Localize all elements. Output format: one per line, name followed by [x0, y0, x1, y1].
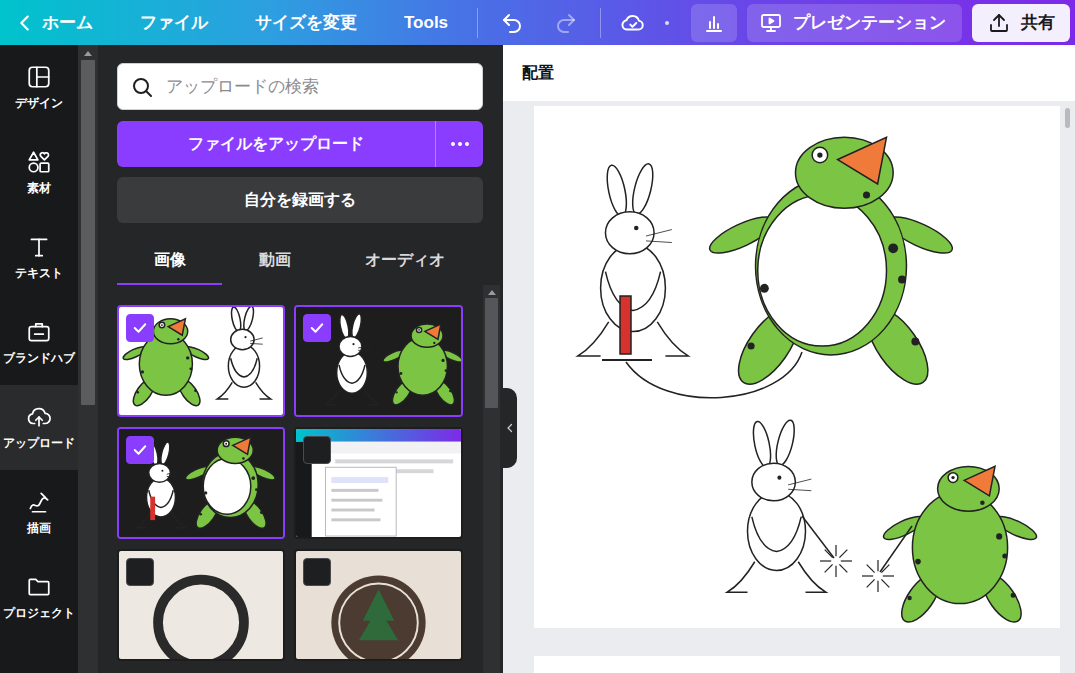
- canvas-scrollbar[interactable]: [1065, 108, 1070, 128]
- insights-button[interactable]: [691, 4, 737, 42]
- upload-cloud-icon: [26, 404, 52, 430]
- menu-item[interactable]: Tools: [404, 9, 448, 37]
- save-status: [615, 5, 651, 41]
- home-button[interactable]: ホーム: [14, 7, 93, 38]
- search-icon: [130, 75, 154, 99]
- thumbnail-checkbox[interactable]: [303, 558, 331, 586]
- cloud-check-icon: [620, 10, 646, 36]
- upload-button[interactable]: ファイルをアップロード: [117, 121, 435, 167]
- thumbnail-checkbox[interactable]: [126, 436, 154, 464]
- undo-icon: [500, 11, 524, 35]
- chart-icon: [702, 11, 726, 35]
- arrange-button[interactable]: 配置: [522, 59, 554, 88]
- brand-hub-icon: [26, 319, 52, 345]
- frog-figure: [881, 466, 1040, 628]
- status-dot: [665, 21, 669, 25]
- media-tab[interactable]: 画像: [117, 238, 222, 285]
- menu-item[interactable]: ファイル: [140, 7, 208, 38]
- media-tabs: 画像動画オーディオ: [117, 238, 483, 285]
- scrollbar-thumb[interactable]: [81, 60, 95, 405]
- brand-hub-tab[interactable]: ブランドハブ: [0, 300, 78, 385]
- text-icon: [26, 234, 52, 260]
- design-icon: [26, 64, 52, 90]
- chevron-left-icon: [14, 12, 36, 34]
- collapse-panel-button[interactable]: [503, 388, 517, 468]
- toolbar-divider: [477, 8, 478, 38]
- thumbnail-checkbox[interactable]: [303, 314, 331, 342]
- upload-thumbnail[interactable]: [117, 549, 285, 661]
- share-icon: [987, 11, 1011, 35]
- rabbit-figure: [326, 313, 378, 405]
- upload-thumbnail[interactable]: [294, 305, 463, 417]
- scrollbar-thumb[interactable]: [485, 298, 498, 408]
- present-button[interactable]: プレゼンテーション: [747, 4, 962, 42]
- thumbnail-area: [117, 285, 503, 673]
- pump: [620, 296, 631, 354]
- projects-tab[interactable]: プロジェクト: [0, 555, 78, 640]
- media-tab[interactable]: 動画: [222, 238, 327, 285]
- more-icon: [448, 132, 472, 156]
- frog-figure: [382, 324, 461, 408]
- upload-button-group: ファイルをアップロード: [117, 121, 483, 167]
- canvas-toolbar: 配置: [503, 45, 1075, 101]
- design-tab[interactable]: デザイン: [0, 45, 78, 130]
- text-tab[interactable]: テキスト: [0, 215, 78, 300]
- thumbnail-checkbox[interactable]: [303, 436, 331, 464]
- thumbnail-grid: [117, 285, 463, 673]
- design-page[interactable]: [534, 656, 1060, 673]
- sparkle-icon: [820, 545, 852, 577]
- scroll-up-icon[interactable]: [487, 288, 497, 296]
- rabbit-figure: [578, 162, 688, 356]
- design-page[interactable]: [534, 106, 1060, 628]
- elements-tab[interactable]: 素材: [0, 130, 78, 215]
- search-field[interactable]: [117, 63, 483, 110]
- present-icon: [759, 11, 783, 35]
- sidebar: デザイン素材テキストブランドハブアップロード描画プロジェクト: [0, 45, 78, 673]
- check-icon: [308, 319, 326, 337]
- editor-body: デザイン素材テキストブランドハブアップロード描画プロジェクトファイルをアップロー…: [0, 45, 1075, 673]
- uploads-tab[interactable]: アップロード: [0, 385, 78, 470]
- rabbit-figure: [727, 419, 826, 593]
- top-bar: ホーム ファイル サイズを変更 Tools プレゼンテーション共有: [0, 0, 1075, 45]
- rabbit-figure: [217, 307, 270, 399]
- menu-item[interactable]: サイズを変更: [255, 7, 357, 38]
- draw-tab[interactable]: 描画: [0, 470, 78, 555]
- topbar-actions: プレゼンテーション共有: [691, 4, 1070, 42]
- page-illustration[interactable]: [534, 106, 1060, 628]
- upload-more-button[interactable]: [435, 121, 483, 167]
- scroll-up-icon[interactable]: [83, 49, 93, 57]
- uploads-panel: ファイルをアップロード自分を録画する画像動画オーディオ: [98, 45, 503, 673]
- record-button[interactable]: 自分を録画する: [117, 177, 483, 223]
- upload-thumbnail[interactable]: [117, 305, 285, 417]
- chevron-left-icon: [504, 422, 516, 434]
- elements-icon: [26, 149, 52, 175]
- upload-thumbnail[interactable]: [117, 427, 285, 539]
- frog-figure: [705, 137, 956, 394]
- canvas-area: [503, 101, 1075, 673]
- share-button[interactable]: 共有: [972, 4, 1070, 42]
- panel-scrollbar[interactable]: [483, 285, 500, 673]
- upload-thumbnail[interactable]: [294, 549, 463, 661]
- check-icon: [131, 441, 149, 459]
- search-input[interactable]: [164, 76, 470, 98]
- redo-button[interactable]: [548, 5, 584, 41]
- sidebar-scrollbar[interactable]: [78, 45, 98, 673]
- thumbnail-checkbox[interactable]: [126, 314, 154, 342]
- undo-button[interactable]: [494, 5, 530, 41]
- folder-icon: [26, 574, 52, 600]
- upload-thumbnail[interactable]: [294, 427, 463, 539]
- editor-window: ホームファイルサイズを変更Toolsプレゼンテーション共有デザイン素材テキストブ…: [0, 0, 1075, 673]
- check-icon: [131, 319, 149, 337]
- thumbnail-checkbox[interactable]: [126, 558, 154, 586]
- redo-icon: [554, 11, 578, 35]
- media-tab[interactable]: オーディオ: [327, 238, 483, 285]
- sparkle-icon: [862, 560, 894, 592]
- toolbar-divider: [600, 8, 601, 38]
- frog-figure: [184, 437, 277, 532]
- draw-icon: [26, 489, 52, 515]
- canvas-stage: 配置: [503, 45, 1075, 673]
